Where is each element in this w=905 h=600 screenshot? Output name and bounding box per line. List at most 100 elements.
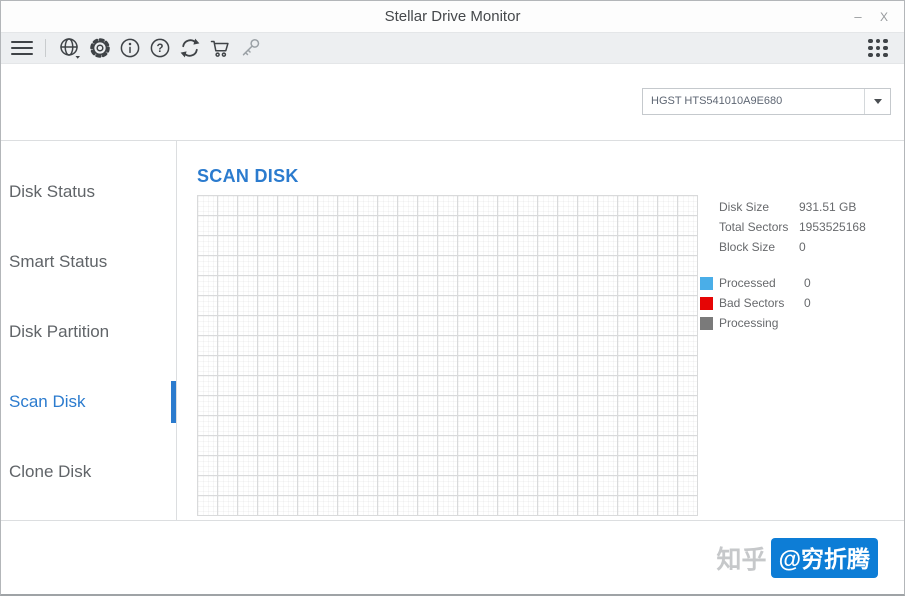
scan-cell — [238, 336, 258, 356]
scan-cell — [418, 496, 438, 516]
scan-cell — [478, 296, 498, 316]
scan-cell — [658, 456, 678, 476]
scan-cell — [598, 196, 618, 216]
scan-cell — [378, 256, 398, 276]
scan-cell — [258, 376, 278, 396]
close-button[interactable]: X — [872, 1, 896, 32]
sidebar-item-disk-partition[interactable]: Disk Partition — [1, 297, 176, 367]
info-row-total-sectors: Total Sectors 1953525168 — [700, 217, 904, 237]
scan-cell — [538, 196, 558, 216]
scan-cell — [678, 276, 698, 296]
info-icon[interactable] — [117, 36, 143, 60]
scan-cell — [378, 476, 398, 496]
scan-cell — [498, 236, 518, 256]
scan-cell — [678, 416, 698, 436]
scan-cell — [638, 376, 658, 396]
scan-cell — [458, 276, 478, 296]
scan-cell — [258, 436, 278, 456]
scan-cell — [418, 296, 438, 316]
scan-cell — [398, 196, 418, 216]
scan-cell — [358, 196, 378, 216]
scan-cell — [318, 416, 338, 436]
scan-cell — [618, 316, 638, 336]
cart-icon[interactable] — [207, 36, 233, 60]
device-selector-band: HGST HTS541010A9E680 — [1, 64, 904, 141]
scan-cell — [218, 476, 238, 496]
scan-cell — [298, 456, 318, 476]
scan-cell — [218, 216, 238, 236]
scan-cell — [338, 196, 358, 216]
scan-cell — [378, 376, 398, 396]
sidebar-item-scan-disk[interactable]: Scan Disk — [1, 367, 176, 437]
scan-cell — [538, 476, 558, 496]
scan-cell — [358, 296, 378, 316]
minimize-button[interactable]: – — [846, 1, 870, 32]
dropdown-arrow[interactable] — [864, 89, 890, 114]
scan-cell — [678, 256, 698, 276]
scan-cell — [438, 296, 458, 316]
scan-cell — [278, 216, 298, 236]
chevron-down-icon — [873, 99, 882, 104]
legend-row-bad-sectors: Bad Sectors 0 — [700, 293, 904, 313]
scan-cell — [678, 436, 698, 456]
scan-cell — [238, 316, 258, 336]
scan-cell — [258, 476, 278, 496]
scan-cell — [458, 496, 478, 516]
scan-cell — [678, 196, 698, 216]
scan-cell — [198, 276, 218, 296]
scan-cell — [658, 276, 678, 296]
scan-cell — [618, 456, 638, 476]
scan-cell — [338, 456, 358, 476]
scan-cell — [478, 396, 498, 416]
sidebar-item-clone-disk[interactable]: Clone Disk — [1, 437, 176, 507]
globe-icon[interactable] — [57, 36, 83, 60]
scan-cell — [318, 196, 338, 216]
scan-cell — [658, 216, 678, 236]
scan-cell — [298, 316, 318, 336]
scan-cell — [278, 496, 298, 516]
scan-cell — [498, 436, 518, 456]
license-key-icon[interactable] — [237, 36, 263, 60]
scan-cell — [378, 316, 398, 336]
scan-cell — [198, 256, 218, 276]
scan-cell — [598, 356, 618, 376]
scan-cell — [338, 256, 358, 276]
scan-cell — [478, 196, 498, 216]
scan-cell — [678, 356, 698, 376]
scan-cell — [278, 256, 298, 276]
watermark-site-label: 知乎 — [716, 546, 767, 574]
menu-icon[interactable] — [11, 35, 35, 60]
scan-cell — [258, 316, 278, 336]
info-value: 0 — [799, 240, 806, 254]
scan-cell — [258, 416, 278, 436]
scan-cell — [578, 456, 598, 476]
scan-cell — [418, 236, 438, 256]
scan-cell — [218, 296, 238, 316]
scan-cell — [478, 216, 498, 236]
scan-cell — [538, 376, 558, 396]
scan-cell — [418, 396, 438, 416]
scan-cell — [498, 416, 518, 436]
scan-cell — [258, 396, 278, 416]
scan-cell — [498, 376, 518, 396]
scan-cell — [358, 316, 378, 336]
scan-cell — [298, 496, 318, 516]
scan-cell — [318, 276, 338, 296]
scan-cell — [618, 216, 638, 236]
sidebar-item-label: Disk Partition — [9, 322, 110, 341]
sidebar-item-disk-status[interactable]: Disk Status — [1, 157, 176, 227]
legend-label: Bad Sectors — [719, 296, 785, 310]
sidebar-item-smart-status[interactable]: Smart Status — [1, 227, 176, 297]
scan-cell — [418, 376, 438, 396]
settings-gear-icon[interactable] — [87, 36, 113, 60]
help-icon[interactable]: ? — [147, 36, 173, 60]
apps-grid-icon[interactable] — [868, 38, 888, 58]
toolbar-divider — [45, 39, 46, 57]
scan-cell — [578, 236, 598, 256]
scan-cell — [198, 416, 218, 436]
refresh-icon[interactable] — [177, 36, 203, 60]
drive-select-dropdown[interactable]: HGST HTS541010A9E680 — [642, 88, 891, 115]
scan-cell — [598, 336, 618, 356]
scan-cell — [298, 356, 318, 376]
scan-cell — [198, 296, 218, 316]
